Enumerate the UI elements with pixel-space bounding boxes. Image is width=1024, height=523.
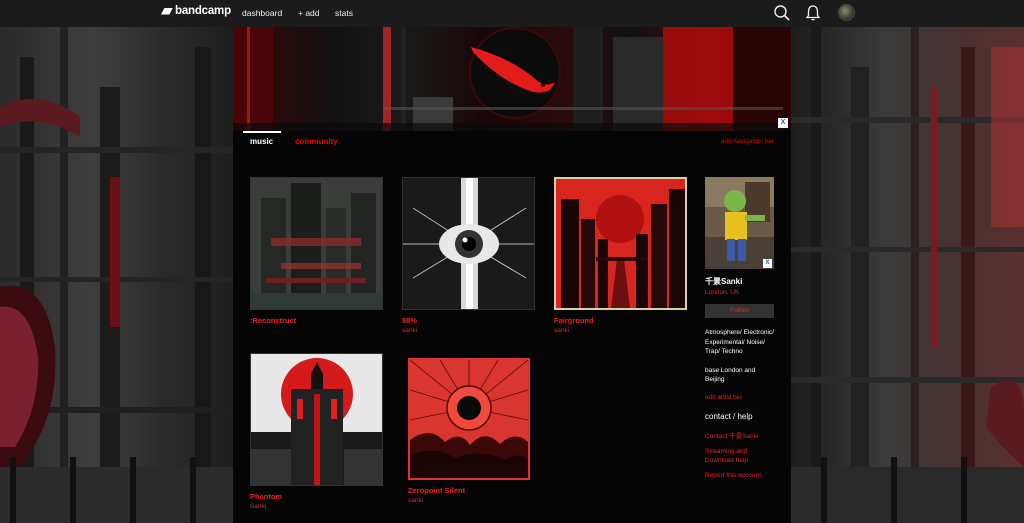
bandcamp-logo[interactable]: bandcamp <box>161 5 231 17</box>
page-tabs: music community edit navigation bar <box>233 131 791 151</box>
nav-add[interactable]: + add <box>298 8 320 18</box>
search-icon[interactable] <box>773 4 791 22</box>
album-cover[interactable] <box>408 358 530 480</box>
background-art-right <box>791 27 1024 523</box>
artist-bio-base: base London and Beijing <box>705 366 756 384</box>
nav-dashboard[interactable]: dashboard <box>242 8 282 18</box>
tab-community[interactable]: community <box>295 137 338 146</box>
photo-close-button[interactable]: X <box>763 259 772 268</box>
artist-photo[interactable]: X <box>705 177 774 269</box>
album-artist[interactable]: sanki <box>408 497 530 504</box>
bandcamp-logo-icon <box>161 7 173 15</box>
album-artist[interactable]: sanki <box>402 327 535 334</box>
contact-help-heading: contact / help <box>705 411 753 421</box>
edit-navigation-bar-link[interactable]: edit navigation bar <box>721 138 774 145</box>
artist-sidebar: X 千景Sanki London, UK Follow Atmosphere/ … <box>705 177 775 480</box>
background-art-left <box>0 27 233 523</box>
album-cover[interactable] <box>402 177 535 310</box>
album-title[interactable]: Fairground <box>554 316 687 325</box>
album-cover[interactable] <box>250 177 383 310</box>
album-cover[interactable] <box>554 177 687 310</box>
artist-name: 千景Sanki <box>705 277 743 286</box>
report-account-link[interactable]: Report this account <box>705 471 775 480</box>
contact-artist-link[interactable]: Contact 千景Sanki <box>705 432 775 441</box>
active-tab-indicator <box>243 131 281 133</box>
album-title[interactable]: Zeropoint Silent <box>408 486 530 495</box>
follow-button[interactable]: Follow <box>705 304 774 318</box>
tab-music[interactable]: music <box>250 137 273 146</box>
user-avatar[interactable] <box>838 4 855 21</box>
album-cover[interactable] <box>250 353 383 486</box>
album-artist[interactable]: sanki <box>554 327 687 334</box>
brand-name: bandcamp <box>175 5 231 17</box>
album-card[interactable]: :Reconstruct <box>250 177 383 327</box>
album-card[interactable]: 88% sanki <box>402 177 535 334</box>
streaming-help-link[interactable]: Streaming and Download help <box>705 447 775 465</box>
nav-stats[interactable]: stats <box>335 8 353 18</box>
album-card[interactable]: Fairground sanki <box>554 177 687 334</box>
artist-bio-genres: Atmosphere/ Electronic/ Experimental/ No… <box>705 329 775 355</box>
artist-location: London, UK <box>705 289 740 296</box>
album-card[interactable]: Zeropoint Silent sanki <box>408 358 530 504</box>
artist-banner: X <box>233 27 791 131</box>
album-title[interactable]: :Reconstruct <box>250 316 383 325</box>
album-title[interactable]: 88% <box>402 316 535 325</box>
album-artist[interactable]: Sanki <box>250 503 383 510</box>
album-title[interactable]: Phantom <box>250 492 383 501</box>
artist-page: X music community edit navigation bar :R… <box>233 27 791 523</box>
bell-icon[interactable] <box>804 4 822 22</box>
banner-close-button[interactable]: X <box>778 118 788 128</box>
album-card[interactable]: Phantom Sanki <box>250 353 383 510</box>
edit-artist-bio-link[interactable]: edit artist bio <box>705 394 775 401</box>
top-bar: bandcamp dashboard + add stats <box>0 0 1024 27</box>
